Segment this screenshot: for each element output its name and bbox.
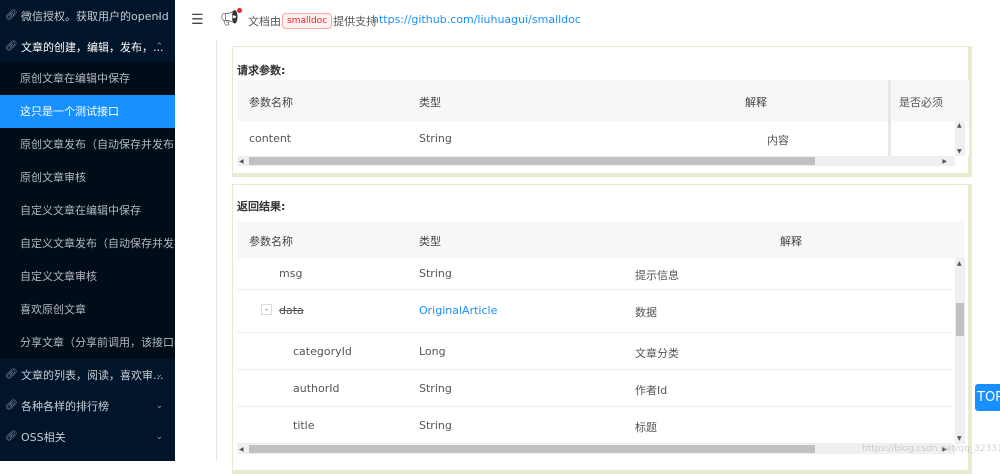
sidebar-item-label: OSS相关: [21, 430, 66, 444]
response-card: 返回结果: 参数名称 类型 解释 msg String 提示信息 - data …: [232, 184, 972, 474]
link-icon: 🔗︎: [5, 431, 18, 442]
scroll-thumb[interactable]: [956, 303, 964, 336]
divider: [216, 40, 217, 461]
scroll-thumb[interactable]: [249, 445, 815, 453]
sidebar-item-wechat-auth[interactable]: 🔗︎ 微信授权。获取用户的openId ⌄: [0, 0, 175, 31]
sidebar-item-label: 各种各样的排行榜: [21, 399, 109, 413]
link-icon: 🔗︎: [5, 41, 18, 52]
sidebar-subitem[interactable]: 原创文章审核: [0, 161, 175, 194]
link-icon: 🔗︎: [5, 400, 18, 411]
powered-by: 文档由 smalldoc 提供支持: [248, 13, 377, 29]
chevron-down-icon: ⌄: [155, 400, 163, 411]
card-title: 请求参数:: [237, 64, 286, 77]
table-row: - data OriginalArticle 数据: [237, 290, 952, 333]
vertical-scrollbar[interactable]: ▲ ▼: [955, 258, 965, 444]
param-desc: 文章分类: [635, 347, 679, 360]
column-header: 是否必须: [891, 80, 969, 121]
watermark: https://blog.csdn.net/qq_32331073: [862, 444, 1000, 454]
sidebar-item-article-create[interactable]: 🔗︎ 文章的创建，编辑，发布，... ⌃: [0, 31, 175, 62]
table-row: authorId String 作者Id: [237, 370, 952, 407]
sidebar-subitem[interactable]: 喜欢原创文章: [0, 293, 175, 326]
horizontal-scrollbar[interactable]: ◀ ▶: [237, 444, 955, 454]
param-name: authorId: [293, 382, 340, 395]
link-icon: 🔗︎: [5, 10, 18, 21]
param-name: msg: [279, 267, 303, 280]
back-to-top-button[interactable]: TOP: [975, 384, 1000, 411]
column-header: 参数名称: [249, 235, 293, 248]
param-desc: 作者Id: [635, 384, 668, 397]
table-row: msg String 提示信息: [237, 258, 952, 290]
collapse-button[interactable]: -: [261, 304, 272, 315]
notification-icon[interactable]: 📢︎: [220, 8, 243, 27]
param-type: Long: [419, 345, 446, 358]
chevron-down-icon: ⌄: [155, 369, 163, 380]
param-type: String: [419, 267, 452, 280]
sidebar-subitem[interactable]: 自定义文章审核: [0, 260, 175, 293]
sidebar-subitem-active[interactable]: 这只是一个测试接口: [0, 95, 175, 128]
sidebar-item-rankings[interactable]: 🔗︎ 各种各样的排行榜 ⌄: [0, 390, 175, 421]
param-desc: 标题: [635, 421, 657, 434]
column-header: 参数名称: [249, 96, 293, 109]
table-row: categoryId Long 文章分类: [237, 333, 952, 370]
sidebar-item-label: 文章的创建，编辑，发布，...: [21, 40, 164, 54]
chevron-up-icon: ⌃: [155, 41, 163, 52]
menu-fold-icon[interactable]: ☰: [191, 12, 204, 28]
sidebar-item-label: 文章的列表，阅读，喜欢审...: [21, 368, 164, 382]
sidebar-item-oss[interactable]: 🔗︎ OSS相关 ⌄: [0, 421, 175, 452]
column-header: 解释: [745, 96, 767, 109]
sidebar-item-article-list[interactable]: 🔗︎ 文章的列表，阅读，喜欢审... ⌄: [0, 359, 175, 390]
column-header: 解释: [780, 235, 802, 248]
param-name: categoryId: [293, 345, 352, 358]
powered-by-suffix: 提供支持: [333, 15, 378, 28]
scroll-thumb[interactable]: [249, 157, 815, 165]
table-header: 参数名称 类型 解释: [237, 80, 964, 121]
smalldoc-tag: smalldoc: [282, 13, 333, 29]
sidebar-subitem[interactable]: 自定义文章在编辑中保存: [0, 194, 175, 227]
column-header: 类型: [419, 96, 441, 109]
param-type: String: [419, 419, 452, 432]
param-type: String: [419, 382, 452, 395]
sidebar-item-label: 微信授权。获取用户的openId: [21, 9, 169, 23]
github-link[interactable]: https://github.com/liuhuagui/smalldoc: [372, 13, 581, 26]
card-title: 返回结果:: [237, 200, 286, 213]
horizontal-scrollbar[interactable]: ◀ ▶: [237, 156, 955, 166]
sidebar-subitem[interactable]: 原创文章发布（自动保存并发布，所: [0, 128, 175, 161]
param-name: title: [293, 419, 315, 432]
column-header: 类型: [419, 235, 441, 248]
powered-by-prefix: 文档由: [248, 15, 281, 28]
param-desc: 数据: [635, 306, 657, 319]
sidebar-subitem[interactable]: 原创文章在编辑中保存: [0, 62, 175, 95]
request-params-card: 请求参数: 参数名称 类型 解释 是否必须 content String 内容 …: [232, 46, 972, 177]
header: ☰ 📢︎ 文档由 smalldoc 提供支持 https://github.com/…: [175, 0, 1000, 40]
table-header: 参数名称 类型 解释: [237, 222, 964, 258]
param-name: content: [249, 132, 292, 145]
chevron-down-icon: ⌄: [155, 431, 163, 442]
vertical-scrollbar[interactable]: ▲ ▼: [955, 121, 965, 156]
table-row: title String 标题: [237, 407, 952, 444]
param-desc: 内容: [767, 134, 789, 147]
notification-dot: [237, 8, 243, 13]
sidebar: 🔗︎ 微信授权。获取用户的openId ⌄ 🔗︎ 文章的创建，编辑，发布，... ⌃ 原…: [0, 0, 175, 461]
submenu: 原创文章在编辑中保存 这只是一个测试接口 原创文章发布（自动保存并发布，所 原创…: [0, 62, 175, 359]
sidebar-subitem[interactable]: 分享文章（分享前调用，该接口回调: [0, 326, 175, 359]
chevron-down-icon: ⌄: [155, 10, 163, 21]
table-row: content String 内容: [237, 121, 883, 156]
link-icon: 🔗︎: [5, 369, 18, 380]
param-name: data: [279, 304, 304, 317]
sidebar-subitem[interactable]: 自定义文章发布（自动保存并发布，自: [0, 227, 175, 260]
param-type: String: [419, 132, 452, 145]
param-desc: 提示信息: [635, 269, 679, 282]
param-type-link[interactable]: OriginalArticle: [419, 304, 497, 317]
